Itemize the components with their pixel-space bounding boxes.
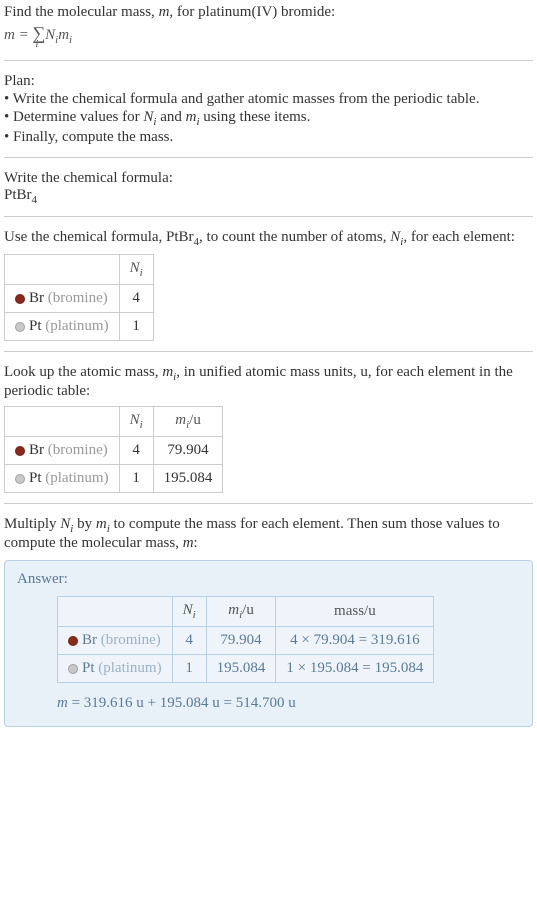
intro-var-m: m [159, 4, 170, 20]
elem-cell: Pt (platinum) [58, 655, 173, 683]
step2-text: Use the chemical formula, PtBr4, to coun… [4, 229, 533, 248]
mass-cell: 79.904 [153, 437, 223, 465]
th-empty [58, 597, 173, 627]
elem-cell: Br (bromine) [5, 285, 120, 313]
element-dot-icon [15, 446, 25, 456]
plan-bullet-2: • Determine values for Ni and mi using t… [4, 109, 533, 128]
calc-cell: 4 × 79.904 = 319.616 [276, 627, 434, 655]
step1-formula: PtBr4 [4, 187, 533, 206]
answer-label: Answer: [17, 571, 520, 588]
plan-bullet-3: • Finally, compute the mass. [4, 129, 533, 146]
step3-table: Ni mi/u Br (bromine) 4 79.904 Pt (platin… [4, 406, 223, 493]
mass-cell: 79.904 [206, 627, 276, 655]
element-dot-icon [68, 636, 78, 646]
step4-text: Multiply Ni by mi to compute the mass fo… [4, 516, 533, 552]
eq-N: N [45, 27, 55, 43]
th-N: Ni [172, 597, 206, 627]
answer-table: Ni mi/u mass/u Br (bromine) 4 79.904 4 ×… [57, 596, 434, 683]
plan-section: Plan: • Write the chemical formula and g… [4, 73, 533, 158]
th-N: Ni [119, 255, 153, 285]
table-header-row: Ni mi/u mass/u [58, 597, 434, 627]
calc-cell: 1 × 195.084 = 195.084 [276, 655, 434, 683]
n-cell: 4 [119, 437, 153, 465]
table-row: Pt (platinum) 1 195.084 1 × 195.084 = 19… [58, 655, 434, 683]
element-dot-icon [15, 294, 25, 304]
n-cell: 4 [119, 285, 153, 313]
step2-table: Ni Br (bromine) 4 Pt (platinum) 1 [4, 254, 154, 341]
table-row: Pt (platinum) 1 [5, 313, 154, 341]
table-row: Br (bromine) 4 79.904 4 × 79.904 = 319.6… [58, 627, 434, 655]
eq-under: i [35, 38, 38, 50]
intro-equation: m = ∑i Nimi [4, 23, 533, 50]
mass-cell: 195.084 [153, 465, 223, 493]
step3-text: Look up the atomic mass, mi, in unified … [4, 364, 533, 400]
elem-cell: Pt (platinum) [5, 313, 120, 341]
intro-post: , for platinum(IV) bromide: [169, 4, 335, 20]
elem-cell: Br (bromine) [5, 437, 120, 465]
answer-box: Answer: Ni mi/u mass/u Br (bromine) 4 79… [4, 560, 533, 727]
table-header-row: Ni [5, 255, 154, 285]
n-cell: 1 [119, 313, 153, 341]
element-dot-icon [15, 322, 25, 332]
eq-equals: = [15, 27, 33, 43]
step2-section: Use the chemical formula, PtBr4, to coun… [4, 229, 533, 352]
mass-cell: 195.084 [206, 655, 276, 683]
step4-section: Multiply Ni by mi to compute the mass fo… [4, 516, 533, 727]
n-cell: 1 [119, 465, 153, 493]
plan-bullet-1: • Write the chemical formula and gather … [4, 91, 533, 108]
n-cell: 4 [172, 627, 206, 655]
plan-title: Plan: [4, 73, 533, 90]
step3-section: Look up the atomic mass, mi, in unified … [4, 364, 533, 504]
eq-lhs: m [4, 27, 15, 43]
th-N: Ni [119, 407, 153, 437]
table-row: Br (bromine) 4 79.904 [5, 437, 223, 465]
intro-line: Find the molecular mass, m, for platinum… [4, 4, 533, 21]
th-m: mi/u [206, 597, 276, 627]
eq-mi: i [69, 34, 72, 46]
th-empty [5, 255, 120, 285]
th-mass: mass/u [276, 597, 434, 627]
intro-pre: Find the molecular mass, [4, 4, 159, 20]
table-header-row: Ni mi/u [5, 407, 223, 437]
table-row: Pt (platinum) 1 195.084 [5, 465, 223, 493]
th-m: mi/u [153, 407, 223, 437]
eq-m: m [58, 27, 69, 43]
elem-cell: Pt (platinum) [5, 465, 120, 493]
table-row: Br (bromine) 4 [5, 285, 154, 313]
intro-section: Find the molecular mass, m, for platinum… [4, 4, 533, 61]
element-dot-icon [68, 664, 78, 674]
th-empty [5, 407, 120, 437]
step1-title: Write the chemical formula: [4, 170, 533, 187]
step1-section: Write the chemical formula: PtBr4 [4, 170, 533, 217]
n-cell: 1 [172, 655, 206, 683]
final-equation: m = 319.616 u + 195.084 u = 514.700 u [57, 695, 520, 712]
element-dot-icon [15, 474, 25, 484]
elem-cell: Br (bromine) [58, 627, 173, 655]
